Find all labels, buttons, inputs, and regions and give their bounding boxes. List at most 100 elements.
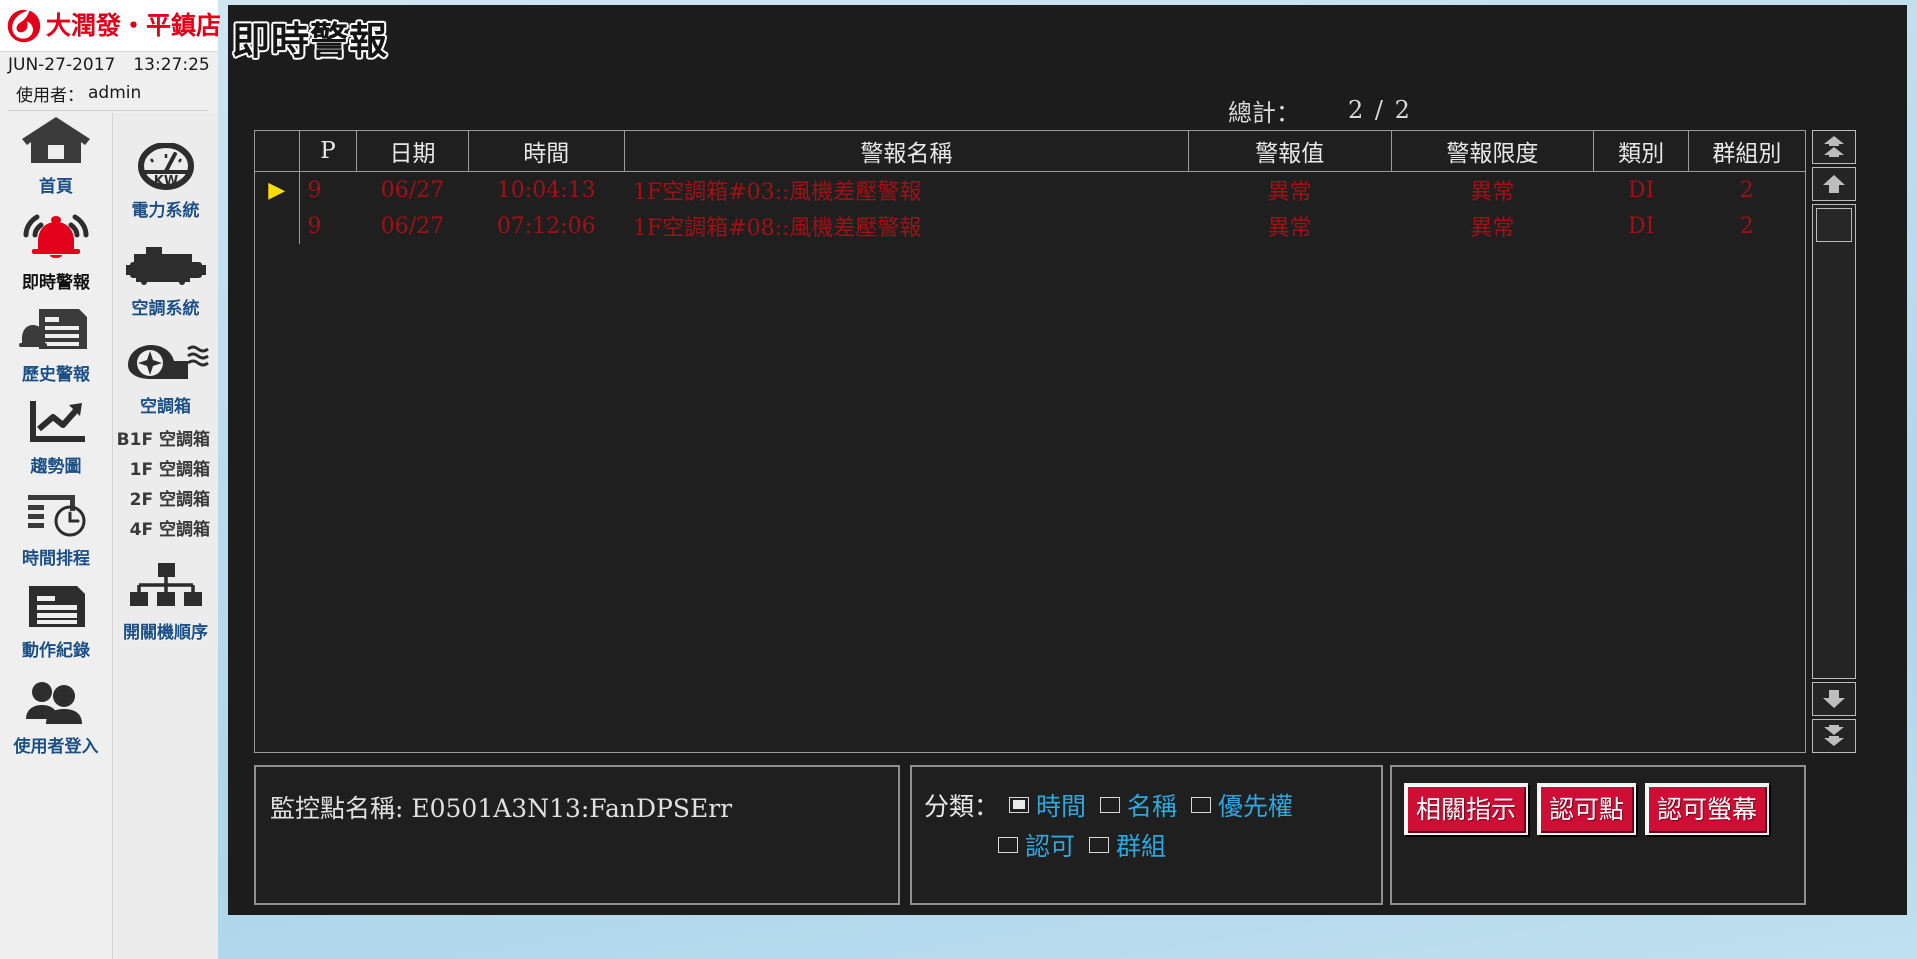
status-date: JUN-27-2017	[8, 55, 116, 75]
checkbox-box-time[interactable]	[1009, 797, 1030, 813]
scroll-down-button[interactable]	[1812, 682, 1856, 716]
column-header-alarm-name[interactable]: 警報名稱	[624, 131, 1189, 172]
sidebar-item-startup-sequence[interactable]: 開關機順序	[113, 561, 218, 643]
checkbox-box-priority[interactable]	[1191, 797, 1212, 813]
cell-alarm-limit: 異常	[1391, 171, 1594, 208]
filter-checkbox-time[interactable]: 時間	[1009, 787, 1086, 823]
sidebar-item-label-hvac-system: 空調系統	[131, 299, 200, 319]
floor-item-b1f[interactable]: B1F 空調箱	[113, 425, 218, 455]
filter-label-group: 群組	[1116, 832, 1167, 861]
filter-checkbox-name[interactable]: 名稱	[1100, 787, 1177, 823]
cell-alarm-name: 1F空調箱#03::風機差壓警報	[624, 171, 1189, 208]
related-instructions-button[interactable]: 相關指示	[1404, 783, 1529, 835]
cell-group: 2	[1688, 208, 1805, 244]
filter-checkbox-ack[interactable]: 認可	[998, 827, 1075, 863]
cell-time: 07:12:06	[468, 208, 625, 244]
sidebar-item-history-alarm[interactable]: 歷史警報	[0, 305, 112, 385]
cell-alarm-limit: 異常	[1391, 208, 1594, 244]
chiller-icon	[124, 243, 208, 293]
filter-row-1: 分類： 時間 名稱 優先權	[924, 785, 1307, 825]
up-arrow-icon	[1823, 175, 1845, 193]
scroll-top-button[interactable]	[1812, 130, 1856, 164]
trend-chart-icon	[19, 397, 93, 451]
alarm-history-icon	[17, 305, 95, 359]
column-header-type[interactable]: 類別	[1593, 131, 1690, 172]
cell-date: 06/27	[356, 208, 469, 244]
acknowledge-point-button[interactable]: 認可點	[1537, 783, 1637, 835]
column-header-alarm-value[interactable]: 警報值	[1188, 131, 1392, 172]
sidebar-item-label-realtime-alarm: 即時警報	[22, 273, 90, 293]
checkbox-box-group[interactable]	[1089, 837, 1110, 853]
action-log-icon	[19, 583, 93, 635]
filter-label-time: 時間	[1036, 792, 1087, 821]
alarm-table-container[interactable]: P 日期 時間 警報名稱 警報值 警報限度 類別 群組別 ▶ 9 06/27 1…	[254, 130, 1806, 753]
cell-alarm-name: 1F空調箱#08::風機差壓警報	[624, 208, 1189, 244]
row-selector-marker: ▶	[255, 171, 300, 208]
sidebar-item-ahu[interactable]: 空調箱	[113, 341, 218, 417]
sidebar-item-user-login[interactable]: 使用者登入	[0, 679, 112, 757]
double-up-arrow-icon	[1824, 136, 1844, 157]
sidebar-divider	[8, 110, 208, 111]
page-title: 即時警報	[232, 19, 389, 63]
user-value: admin	[88, 83, 142, 103]
app-root: 大潤發・平鎮店 JUN-27-2017 13:27:25 使用者： admin …	[0, 0, 1917, 959]
sidebar-item-power-system[interactable]: KW 電力系統	[113, 142, 218, 221]
table-row[interactable]: 9 06/27 07:12:06 1F空調箱#08::風機差壓警報 異常 異常 …	[255, 208, 1805, 244]
scrollbar-thumb[interactable]	[1816, 208, 1852, 242]
scrollbar-track[interactable]	[1812, 204, 1856, 679]
hierarchy-sequence-icon	[126, 561, 206, 617]
home-icon	[19, 115, 93, 171]
status-datetime: JUN-27-2017 13:27:25	[0, 52, 218, 78]
column-header-p[interactable]: P	[299, 131, 358, 172]
floor-item-4f[interactable]: 4F 空調箱	[113, 515, 218, 545]
user-label: 使用者：	[16, 85, 84, 106]
column-header-date[interactable]: 日期	[356, 131, 469, 172]
status-time: 13:27:25	[133, 55, 210, 75]
brand-name: 大潤發・平鎮店	[46, 10, 222, 40]
cell-time: 10:04:13	[468, 171, 625, 208]
sidebar: 大潤發・平鎮店 JUN-27-2017 13:27:25 使用者： admin …	[0, 0, 222, 959]
sidebar-item-action-log[interactable]: 動作紀錄	[0, 583, 112, 661]
sidebar-item-label-startup-sequence: 開關機順序	[123, 623, 208, 643]
total-label: 總計：	[1228, 98, 1300, 127]
sidebar-main-nav: 首頁 即時警報 歷史警報 趨勢圖 時間排程 動作紀錄 使用者登入	[0, 113, 113, 959]
point-name-text: 監控點名稱: E0501A3N13:FanDPSErr	[270, 794, 733, 823]
column-header-alarm-limit[interactable]: 警報限度	[1391, 131, 1595, 172]
filter-label-ack: 認可	[1025, 832, 1076, 861]
sidebar-item-label-power-system: 電力系統	[131, 201, 200, 221]
sidebar-item-trend-chart[interactable]: 趨勢圖	[0, 397, 112, 477]
filter-checkbox-priority[interactable]: 優先權	[1191, 787, 1293, 823]
brand-header: 大潤發・平鎮店	[0, 0, 222, 52]
column-header-time[interactable]: 時間	[468, 131, 625, 172]
total-count: 總計： 2 / 2	[1228, 95, 1648, 127]
cell-date: 06/27	[356, 171, 469, 208]
table-row[interactable]: ▶ 9 06/27 10:04:13 1F空調箱#03::風機差壓警報 異常 異…	[255, 171, 1805, 208]
sidebar-item-hvac-system[interactable]: 空調系統	[113, 243, 218, 319]
table-scrollbar[interactable]	[1812, 130, 1856, 753]
filter-row-2: 認可 群組	[924, 825, 1307, 865]
alarm-table: P 日期 時間 警報名稱 警報值 警報限度 類別 群組別 ▶ 9 06/27 1…	[255, 131, 1805, 244]
row-selector-marker	[255, 208, 300, 244]
acknowledge-screen-button[interactable]: 認可螢幕	[1645, 783, 1770, 835]
checkbox-box-name[interactable]	[1100, 797, 1121, 813]
total-value: 2 / 2	[1348, 96, 1412, 124]
floor-item-1f[interactable]: 1F 空調箱	[113, 455, 218, 485]
table-header-row: P 日期 時間 警報名稱 警報值 警報限度 類別 群組別	[255, 131, 1805, 172]
checkbox-box-ack[interactable]	[998, 837, 1018, 853]
floor-item-2f[interactable]: 2F 空調箱	[113, 485, 218, 515]
column-header-group[interactable]: 群組別	[1688, 131, 1805, 172]
sidebar-item-realtime-alarm[interactable]: 即時警報	[0, 211, 112, 293]
floor-list: B1F 空調箱 1F 空調箱 2F 空調箱 4F 空調箱	[113, 425, 218, 545]
scroll-up-button[interactable]	[1812, 167, 1856, 201]
scroll-bottom-button[interactable]	[1812, 719, 1856, 753]
filter-checkbox-group[interactable]: 群組	[1089, 827, 1166, 863]
filter-panel: 分類： 時間 名稱 優先權 認可 群組	[910, 765, 1383, 905]
down-arrow-icon	[1823, 690, 1845, 708]
cell-p: 9	[299, 171, 357, 208]
sidebar-item-home[interactable]: 首頁	[0, 115, 112, 197]
svg-text:KW: KW	[153, 174, 177, 189]
actions-panel: 相關指示 認可點 認可螢幕	[1390, 765, 1806, 905]
schedule-clock-icon	[18, 489, 94, 543]
sidebar-item-schedule[interactable]: 時間排程	[0, 489, 112, 569]
alarm-bell-icon	[17, 211, 95, 267]
